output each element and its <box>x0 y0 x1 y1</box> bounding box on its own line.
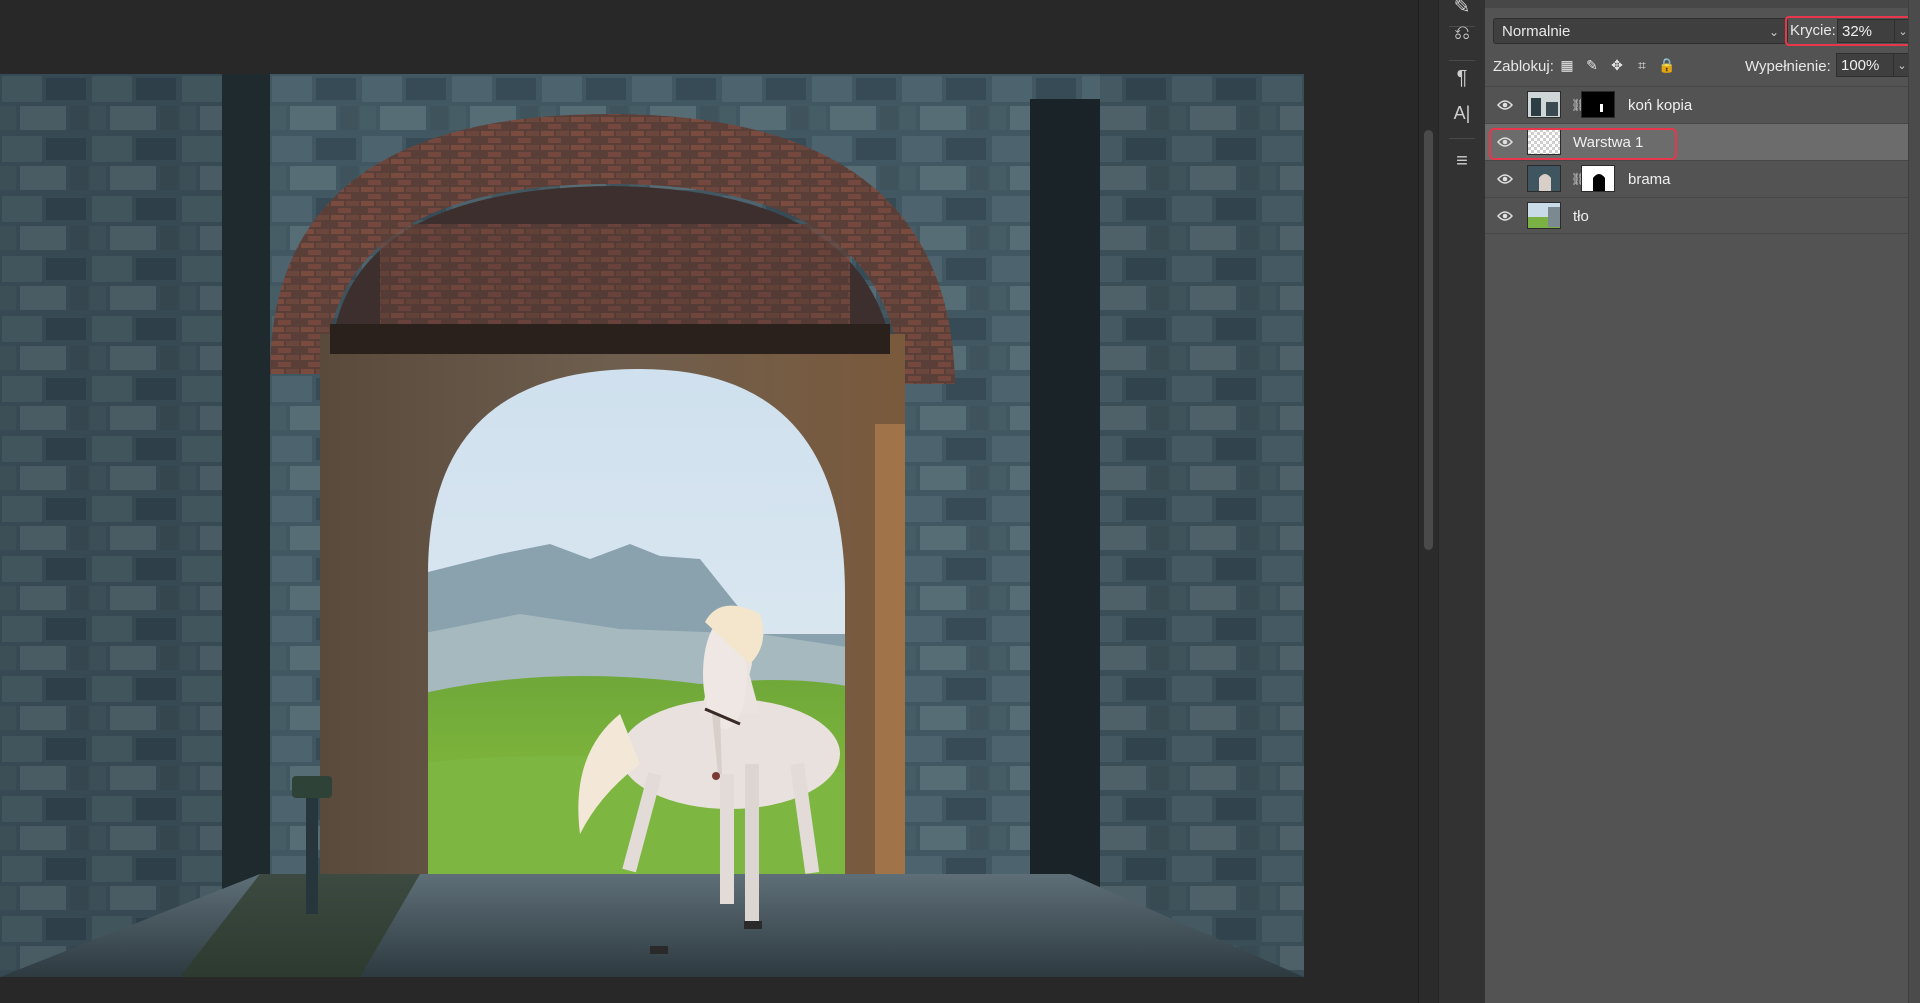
lock-position-icon[interactable]: ✥ <box>1608 55 1626 75</box>
layer-mask-thumbnail[interactable] <box>1581 165 1615 192</box>
layer-row-kon-kopia[interactable]: ⛓ koń kopia <box>1485 86 1920 123</box>
canvas-vertical-scrollbar[interactable] <box>1418 0 1439 1003</box>
adjustments-icon[interactable]: ≡ <box>1447 146 1477 176</box>
lock-all-icon[interactable]: 🔒 <box>1658 55 1676 75</box>
layer-name[interactable]: tło <box>1573 208 1589 225</box>
layer-thumbnail <box>1527 165 1561 192</box>
layers-panel: Normalnie ⌄ Krycie: 32% ⌄ Zablokuj: ▦ ✎ … <box>1485 0 1920 1003</box>
chevron-down-icon: ⌄ <box>1768 25 1779 39</box>
layer-mask-thumbnail[interactable] <box>1581 91 1615 118</box>
selected-layer-highlight-box <box>1489 128 1677 160</box>
history-icon[interactable]: ⎌ <box>1447 18 1477 48</box>
layer-row-tlo[interactable]: tło <box>1485 197 1920 234</box>
visibility-eye-icon[interactable] <box>1497 99 1513 111</box>
visibility-eye-icon[interactable] <box>1497 173 1513 185</box>
character-icon[interactable]: A| <box>1447 98 1477 128</box>
fill-input[interactable]: 100% <box>1836 53 1894 77</box>
mask-link-chain-icon[interactable]: ⛓ <box>1571 96 1586 114</box>
lock-artboard-icon[interactable]: ⌗ <box>1633 55 1651 75</box>
lock-label: Zablokuj: <box>1493 58 1554 75</box>
divider <box>1449 138 1475 139</box>
lock-image-pixels-icon[interactable]: ✎ <box>1583 55 1601 75</box>
scrollbar-thumb[interactable] <box>1424 130 1433 550</box>
collapsed-panels-strip: ✎ ⎌ ¶ A| ≡ <box>1438 0 1486 1003</box>
blend-mode-select[interactable]: Normalnie ⌄ <box>1493 18 1788 44</box>
canvas-area[interactable] <box>0 0 1418 1003</box>
panel-scrollbar[interactable] <box>1908 0 1920 1003</box>
visibility-eye-icon[interactable] <box>1497 210 1513 222</box>
castle-gate-horse-image <box>0 74 1304 977</box>
panel-header-strip <box>1485 0 1920 8</box>
fill-label: Wypełnienie: <box>1745 58 1831 75</box>
layer-name[interactable]: koń kopia <box>1628 97 1692 114</box>
blend-mode-value: Normalnie <box>1502 23 1571 40</box>
paragraph-icon[interactable]: ¶ <box>1447 63 1477 93</box>
opacity-label: Krycie: <box>1790 22 1836 39</box>
layer-row-brama[interactable]: ⛓ brama <box>1485 160 1920 197</box>
layer-thumbnail <box>1527 91 1561 118</box>
mask-link-chain-icon[interactable]: ⛓ <box>1571 170 1586 188</box>
divider <box>1449 60 1475 61</box>
layer-thumbnail <box>1527 202 1561 229</box>
opacity-input[interactable]: 32% <box>1837 19 1897 43</box>
lock-transparent-pixels-icon[interactable]: ▦ <box>1558 55 1576 75</box>
layer-name[interactable]: brama <box>1628 171 1671 188</box>
document-image[interactable] <box>0 74 1304 977</box>
